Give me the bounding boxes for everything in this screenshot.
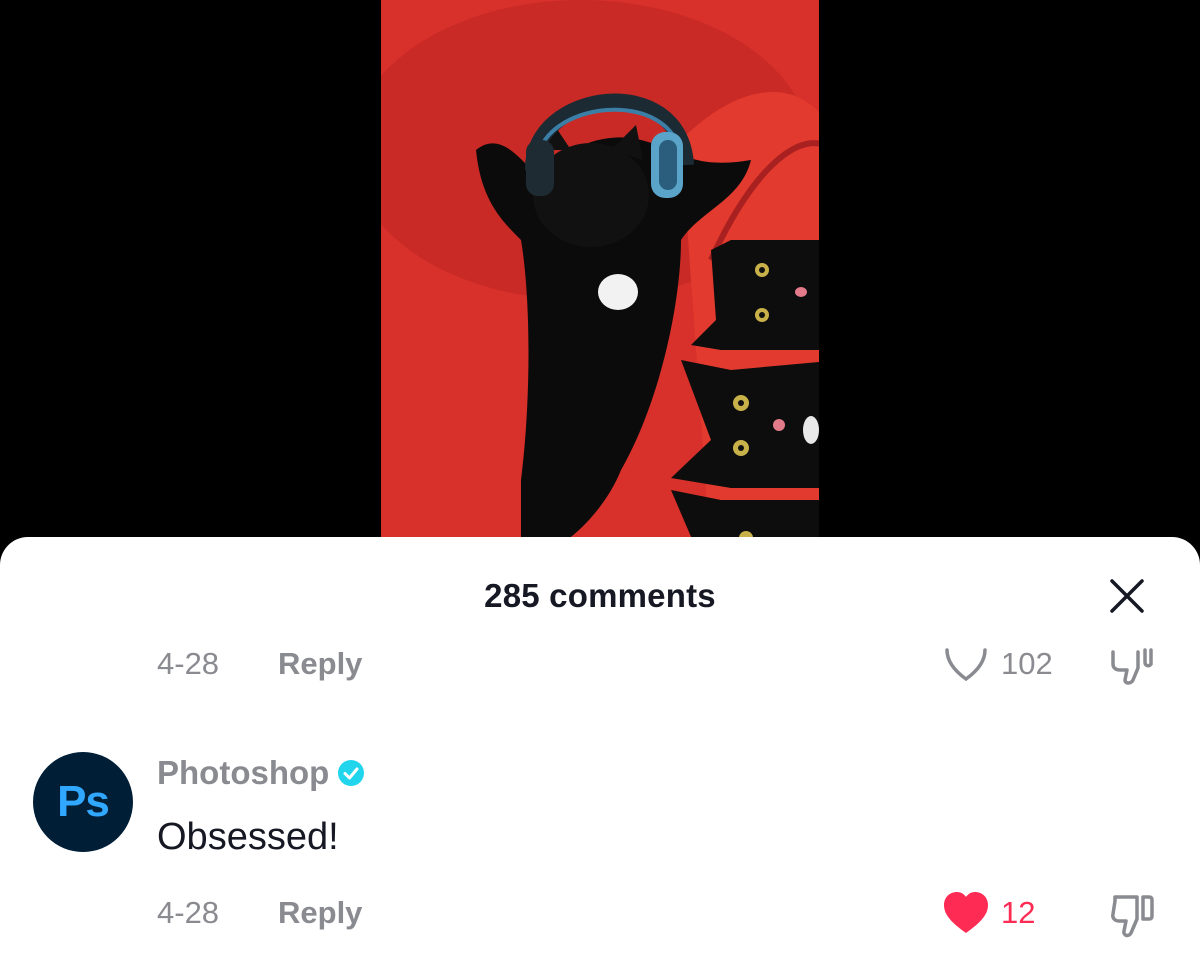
screen: 285 comments 4-28 Reply 102 Ps Photoshop… — [0, 0, 1200, 973]
username-text: Photoshop — [157, 754, 330, 791]
reply-button[interactable]: Reply — [278, 646, 362, 682]
like-button[interactable] — [940, 638, 992, 686]
avatar[interactable]: Ps — [33, 752, 133, 852]
like-button[interactable] — [940, 889, 992, 937]
like-count: 102 — [1001, 646, 1053, 681]
comment-username[interactable]: Photoshop — [157, 754, 365, 792]
heart-filled-icon — [944, 892, 988, 933]
video-player[interactable] — [381, 0, 819, 560]
thumbs-down-icon — [1111, 648, 1153, 685]
comment-item: Ps Photoshop Obsessed! — [0, 750, 1200, 870]
dislike-button[interactable] — [1104, 638, 1160, 690]
comment-text: Obsessed! — [157, 816, 339, 858]
previous-comment-meta: 4-28 Reply 102 — [0, 640, 1200, 690]
video-frame — [381, 0, 819, 560]
comment-meta: 4-28 Reply 12 — [0, 889, 1200, 939]
like-count: 12 — [1001, 895, 1036, 930]
heart-outline-icon — [945, 648, 987, 682]
close-icon — [1110, 579, 1144, 613]
verified-check-icon — [338, 760, 365, 786]
comments-sheet: 285 comments 4-28 Reply 102 Ps Photoshop… — [0, 537, 1200, 973]
comment-date: 4-28 — [157, 895, 220, 930]
avatar-text: Ps — [57, 777, 110, 826]
close-button[interactable] — [1102, 577, 1152, 615]
comments-count-title: 285 comments — [484, 577, 716, 614]
comment-date: 4-28 — [157, 646, 220, 681]
reply-button[interactable]: Reply — [278, 895, 362, 931]
thumbs-down-icon — [1111, 895, 1154, 938]
dislike-button[interactable] — [1104, 889, 1160, 941]
